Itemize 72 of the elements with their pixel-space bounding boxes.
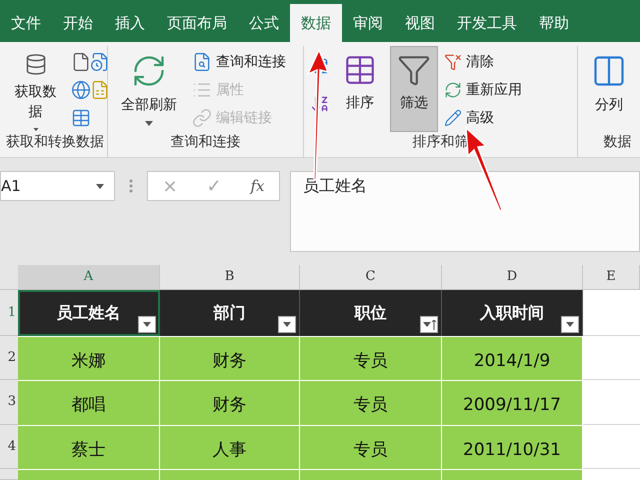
group-label: 排序和筛 <box>412 133 470 152</box>
ribbon-tab[interactable]: 页面布局 <box>156 4 238 42</box>
caret-icon <box>145 121 153 126</box>
caret-icon <box>96 184 104 188</box>
grip-icon <box>129 179 133 193</box>
filter-dropdown-button[interactable] <box>561 316 579 333</box>
sort-arrow-icon <box>432 320 436 330</box>
clear-filter-icon <box>444 53 462 71</box>
table-icon <box>71 108 91 128</box>
link-icon <box>192 108 212 128</box>
caret-icon <box>283 322 291 327</box>
ribbon-button[interactable]: 全部刷新 <box>114 46 184 132</box>
ribbon-tab[interactable]: 开始 <box>52 4 104 42</box>
sort-descending-icon <box>310 94 330 114</box>
ribbon-button[interactable]: 获取数据 <box>6 46 65 132</box>
column-header[interactable]: E <box>583 265 640 289</box>
ribbon-tab[interactable]: 插入 <box>104 4 156 42</box>
column-header[interactable]: B <box>160 265 300 289</box>
queries-icon <box>192 52 212 72</box>
header-text: 部门 <box>214 302 246 324</box>
column-header[interactable]: C <box>300 265 442 289</box>
caret-icon <box>143 322 151 327</box>
filter-dropdown-button[interactable] <box>420 316 438 333</box>
reapply-icon <box>444 81 462 99</box>
filter-icon <box>397 53 431 87</box>
ribbon-button[interactable]: 重新应用 <box>444 76 522 104</box>
ribbon-tab[interactable]: 审阅 <box>342 4 394 42</box>
caret-icon <box>422 322 430 327</box>
filter-dropdown-button[interactable] <box>138 316 156 333</box>
ribbon-tab[interactable]: 帮助 <box>528 4 580 42</box>
ribbon-button[interactable]: 分列 <box>584 46 634 132</box>
ribbon-button[interactable]: 查询和连接 <box>192 48 286 76</box>
ribbon-tab[interactable]: 数据 <box>290 4 342 42</box>
web-icon <box>71 80 91 100</box>
ribbon-button[interactable]: 清除 <box>444 48 522 76</box>
group-label: 获取和转换数据 <box>6 133 101 152</box>
table-cell: 财务 <box>160 336 300 380</box>
table-cell: 2009/11/17 <box>442 380 583 425</box>
insert-function-button[interactable]: fx <box>250 174 264 198</box>
table-cell: 专员 <box>300 380 442 425</box>
table-cell: 专员 <box>300 425 442 469</box>
formula-field[interactable]: 员工姓名 <box>290 171 640 252</box>
table-cell: 专员 <box>300 336 442 380</box>
ribbon-tab[interactable]: 开发工具 <box>446 4 528 42</box>
ribbon-button[interactable]: 排序 <box>336 46 384 132</box>
group-label: 查询和连接 <box>170 133 242 152</box>
table-cell: 2011/10/31 <box>442 425 583 469</box>
ribbon-tab[interactable]: 视图 <box>394 4 446 42</box>
table-cell: 米娜 <box>18 336 160 380</box>
name-box[interactable]: A1 <box>0 171 115 201</box>
table-cell: 蔡士 <box>18 425 160 469</box>
header-text: 职位 <box>354 302 386 324</box>
data-document-icon <box>90 80 110 100</box>
document-icon <box>71 52 91 72</box>
pencil-icon <box>444 109 462 127</box>
table-cell: 人事 <box>160 425 300 469</box>
ribbon-tab[interactable]: 公式 <box>238 4 290 42</box>
caret-icon <box>566 322 574 327</box>
filter-dropdown-button[interactable] <box>278 316 296 333</box>
header-text: 入职时间 <box>480 302 544 324</box>
group-label: 数据 <box>602 133 632 152</box>
table-cell: 财务 <box>160 380 300 425</box>
column-header[interactable]: D <box>442 265 583 289</box>
ribbon-tab[interactable]: 文件 <box>0 4 52 42</box>
ribbon-button[interactable]: 高级 <box>444 104 522 132</box>
ribbon-button[interactable]: 筛选 <box>390 46 438 132</box>
column-header[interactable]: A <box>18 265 160 289</box>
caret-icon <box>32 128 40 131</box>
table-cell: 2014/1/9 <box>442 336 583 380</box>
header-text: 员工姓名 <box>56 302 120 324</box>
table-cell: 都唱 <box>18 380 160 425</box>
clock-document-icon <box>90 52 110 72</box>
